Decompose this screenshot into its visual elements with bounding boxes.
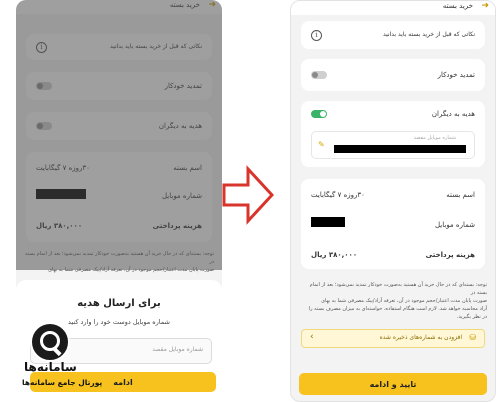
redacted-mobile [334, 145, 466, 153]
info-icon: i [311, 30, 322, 41]
destination-mobile-field[interactable]: شماره موبایل مقصد ✎ [311, 131, 475, 159]
cost-label: هزینه پرداختی [425, 251, 475, 259]
mobile-label: شماره موبایل [434, 221, 475, 229]
back-arrow-icon[interactable]: ➜ [481, 1, 489, 11]
notice-row[interactable]: نکاتی که قبل از خرید بسته باید بدانید i [301, 21, 485, 49]
watermark-tagline: پورتال جامع سامانه‌ها [22, 378, 103, 387]
gift-card: هدیه به دیگران شماره موبایل مقصد ✎ [301, 101, 485, 167]
destination-mobile-placeholder: شماره موبایل مقصد [152, 346, 203, 353]
package-label: اسم بسته [446, 191, 475, 199]
package-value: ۳۰روزه ۷ گیگابایت [311, 191, 365, 199]
watermark-logo: سامانه‌ها پورتال جامع سامانه‌ها [22, 322, 117, 392]
redacted-mobile [311, 217, 345, 227]
dim-overlay [16, 0, 222, 270]
gift-toggle[interactable] [311, 110, 327, 118]
right-phone-screen: خرید بسته ➜ نکاتی که قبل از خرید بسته با… [290, 0, 496, 402]
watermark-name: سامانه‌ها [24, 360, 77, 374]
cost-value: ۳۸۰,۰۰۰ ریال [311, 251, 358, 259]
auto-renew-row: تمدید خودکار [301, 59, 485, 91]
notice-line: در نظر بگیرید. [456, 314, 487, 320]
gift-label: هدیه به دیگران [431, 110, 475, 118]
right-arrow-icon [222, 165, 274, 225]
destination-mobile-label: شماره موبایل مقصد [413, 135, 456, 141]
save-number-label: افزودن به شماره‌های ذخیره شده [379, 334, 462, 341]
database-icon: ⛁ [469, 333, 476, 342]
summary-card: اسم بسته ۳۰روزه ۷ گیگابایت شماره موبایل … [301, 179, 485, 269]
magnifier-logo-icon [30, 322, 70, 362]
sheet-title: برای ارسال هدیه [77, 298, 161, 309]
save-number-bar[interactable]: ⛁ افزودن به شماره‌های ذخیره شده ‹ [301, 329, 485, 348]
auto-renew-label: تمدید خودکار [437, 71, 475, 79]
notice-line: آزاد محاسبه خواهد شد. لازم است هنگام است… [308, 306, 487, 312]
header-bar: خرید بسته ➜ [291, 1, 495, 15]
auto-renew-toggle[interactable] [311, 71, 327, 79]
confirm-continue-button[interactable]: تایید و ادامه [299, 373, 487, 395]
chevron-left-icon: ‹ [310, 332, 314, 342]
pencil-icon[interactable]: ✎ [318, 140, 325, 149]
notice-line: توجه: بسته‌ای که در حال خرید آن هستید به… [309, 282, 487, 296]
notice-line: صورت پایان مدت اعتبار/حجم موجود در آن، ت… [321, 298, 487, 304]
notice-row-label: نکاتی که قبل از خرید بسته باید بدانید [382, 31, 475, 38]
notice-text: توجه: بسته‌ای که در حال خرید آن هستید به… [299, 281, 487, 321]
page-title: خرید بسته [442, 2, 473, 10]
